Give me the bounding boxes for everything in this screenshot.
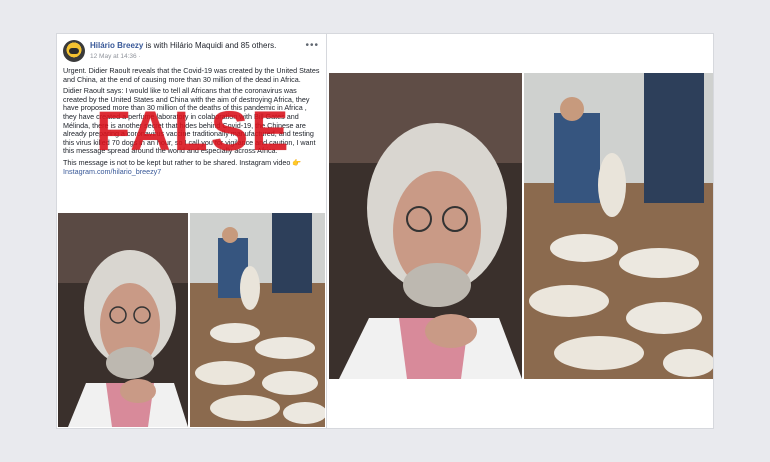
post-timestamp[interactable]: 12 May at 14:36 ·	[90, 53, 141, 60]
post-header: Hilário Breezy is with Hilário Maquidi a…	[63, 40, 321, 64]
doctor-photo-large[interactable]	[329, 73, 522, 379]
pangolin-photo-large[interactable]	[524, 73, 713, 379]
tagged-with[interactable]: is with Hilário Maquidi and 85 others.	[146, 41, 277, 50]
doctor-photo-large-graphic	[329, 73, 522, 379]
false-stamp: FALSE	[96, 99, 292, 162]
pangolin-photo-small[interactable]	[190, 213, 325, 427]
more-options-icon[interactable]: •••	[305, 40, 319, 51]
author-name[interactable]: Hilário Breezy	[90, 41, 143, 50]
profile-avatar[interactable]	[63, 40, 85, 62]
instagram-link[interactable]: Instagram.com/hilario_breezy7	[63, 167, 161, 176]
post-paragraph-1: Urgent. Didier Raoult reveals that the C…	[63, 66, 320, 84]
pangolin-photo-large-graphic	[524, 73, 713, 379]
doctor-photo-graphic	[58, 213, 188, 427]
pangolin-photo-graphic	[190, 213, 325, 427]
author-line: Hilário Breezy is with Hilário Maquidi a…	[90, 41, 276, 50]
doctor-photo-small[interactable]	[58, 213, 188, 427]
